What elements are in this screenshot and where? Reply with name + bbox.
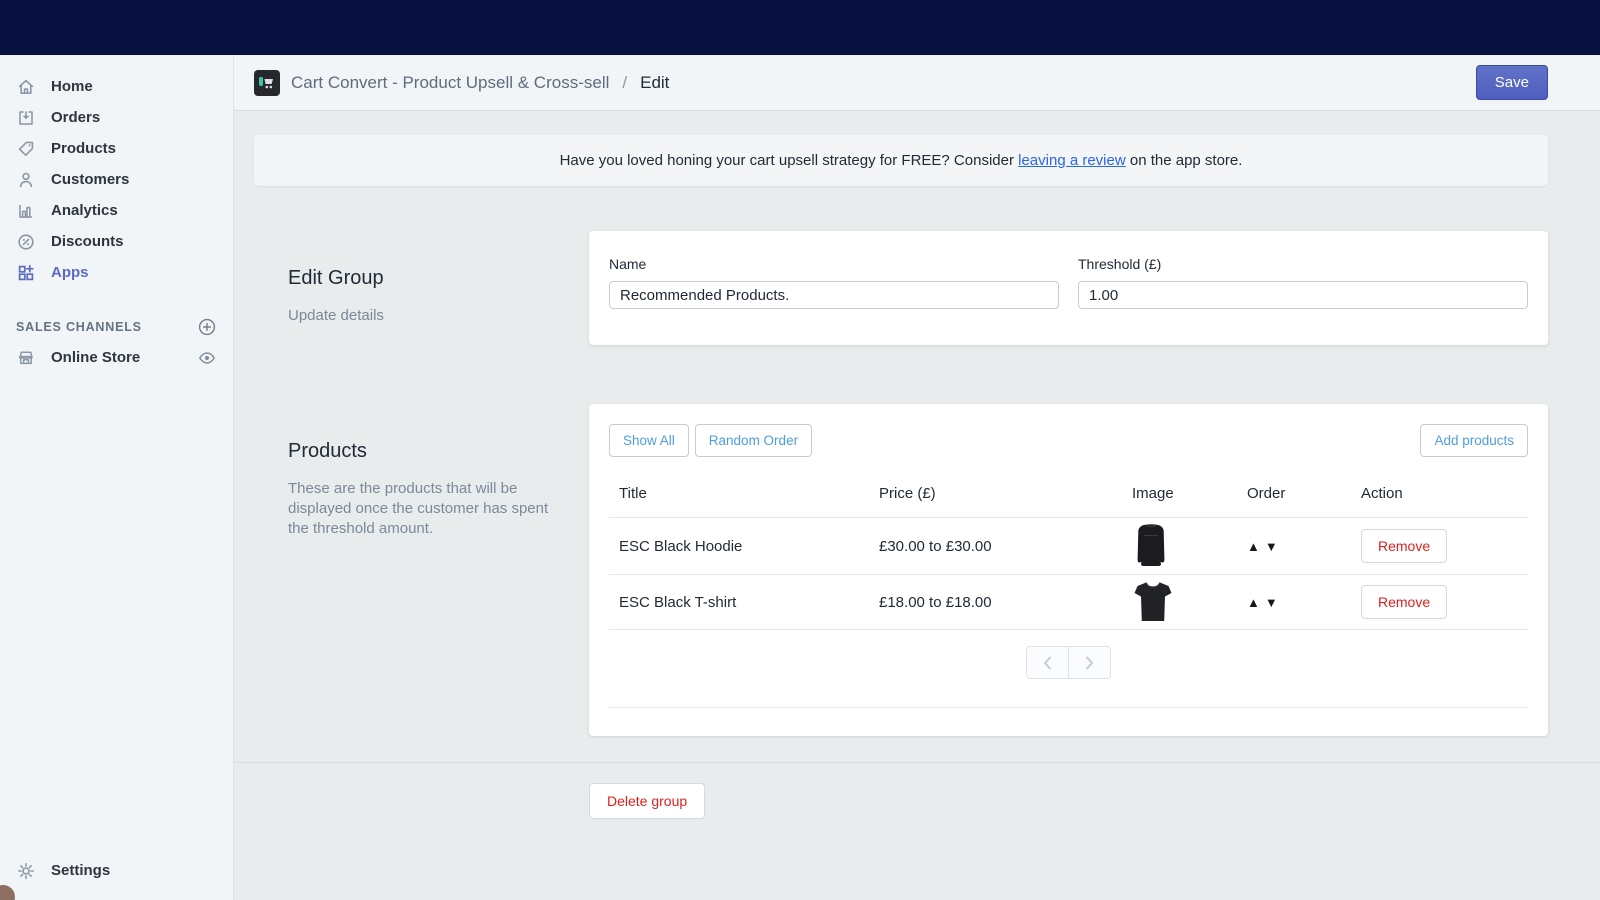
tag-icon [16, 139, 36, 159]
table-row: ESC Black T-shirt £18.00 to £18.00 ▲ ▼ [609, 575, 1528, 630]
previous-page-button[interactable] [1026, 646, 1069, 679]
sidebar-item-settings[interactable]: Settings [0, 855, 233, 886]
page-header: Cart Convert - Product Upsell & Cross-se… [234, 55, 1600, 111]
apps-icon [16, 263, 36, 283]
edit-group-section: Edit Group Update details Name Threshold… [254, 231, 1548, 345]
table-row: ESC Black Hoodie £30.00 to £30.00 ▲ ▼ [609, 518, 1528, 575]
customer-icon [16, 170, 36, 190]
threshold-input[interactable] [1078, 281, 1528, 309]
breadcrumb-current-page: Edit [640, 73, 669, 93]
products-title: Products [288, 440, 555, 463]
add-channel-icon[interactable] [197, 317, 217, 337]
review-banner: Have you loved honing your cart upsell s… [254, 135, 1548, 186]
next-page-button[interactable] [1068, 646, 1111, 679]
move-up-button[interactable]: ▲ [1247, 539, 1260, 554]
discount-icon [16, 232, 36, 252]
sidebar-item-orders[interactable]: Orders [0, 102, 233, 133]
black-hoodie-image [1132, 523, 1227, 569]
home-icon [16, 77, 36, 97]
banner-text-before: Have you loved honing your cart upsell s… [560, 152, 1019, 169]
sidebar-item-apps[interactable]: Apps [0, 257, 233, 288]
bar-chart-icon [16, 201, 36, 221]
channel-label: Online Store [51, 349, 140, 366]
product-title: ESC Black T-shirt [609, 575, 869, 630]
sidebar-item-label: Orders [51, 109, 100, 126]
remove-button[interactable]: Remove [1361, 585, 1447, 619]
leave-review-link[interactable]: leaving a review [1018, 152, 1126, 169]
sidebar-item-customers[interactable]: Customers [0, 164, 233, 195]
edit-group-card: Name Threshold (£) [589, 231, 1548, 345]
save-button[interactable]: Save [1476, 65, 1548, 100]
move-down-button[interactable]: ▼ [1265, 539, 1278, 554]
pagination [589, 646, 1548, 679]
sidebar-item-label: Discounts [51, 233, 124, 250]
cart-convert-app-icon [254, 70, 280, 96]
products-description: These are the products that will be disp… [288, 479, 555, 539]
delete-group-button[interactable]: Delete group [589, 783, 705, 819]
sidebar-item-label: Customers [51, 171, 129, 188]
page-content: Have you loved honing your cart upsell s… [234, 111, 1600, 900]
breadcrumb-separator: / [622, 73, 627, 93]
view-store-eye-icon[interactable] [197, 348, 217, 368]
breadcrumb: Cart Convert - Product Upsell & Cross-se… [254, 70, 669, 96]
column-header-title: Title [609, 475, 869, 518]
products-section: Products These are the products that wil… [254, 404, 1548, 736]
name-input[interactable] [609, 281, 1059, 309]
orders-icon [16, 108, 36, 128]
sales-channels-heading: SALES CHANNELS [16, 320, 142, 334]
edit-group-title: Edit Group [288, 267, 555, 290]
products-card: Show All Random Order Add products Title… [589, 404, 1548, 736]
product-price: £18.00 to £18.00 [869, 575, 1122, 630]
gear-icon [16, 861, 36, 881]
sidebar-item-label: Products [51, 140, 116, 157]
sidebar-item-online-store[interactable]: Online Store [0, 342, 233, 373]
column-header-image: Image [1122, 475, 1237, 518]
name-field-label: Name [609, 256, 1059, 272]
sidebar-item-label: Home [51, 78, 93, 95]
chevron-left-icon [1043, 656, 1052, 670]
sidebar-item-discounts[interactable]: Discounts [0, 226, 233, 257]
remove-button[interactable]: Remove [1361, 529, 1447, 563]
random-order-button[interactable]: Random Order [695, 424, 812, 457]
storefront-icon [16, 348, 36, 368]
product-price: £30.00 to £30.00 [869, 518, 1122, 575]
sidebar: Home Orders Products Customers [0, 55, 234, 900]
sidebar-item-analytics[interactable]: Analytics [0, 195, 233, 226]
column-header-order: Order [1237, 475, 1351, 518]
black-tshirt-image [1132, 580, 1227, 624]
move-down-button[interactable]: ▼ [1265, 595, 1278, 610]
admin-topbar [0, 0, 1600, 55]
chevron-right-icon [1085, 656, 1094, 670]
sidebar-item-label: Settings [51, 862, 110, 879]
product-title: ESC Black Hoodie [609, 518, 869, 575]
sidebar-item-home[interactable]: Home [0, 71, 233, 102]
move-up-button[interactable]: ▲ [1247, 595, 1260, 610]
column-header-price: Price (£) [869, 475, 1122, 518]
sidebar-item-label: Apps [51, 264, 89, 281]
products-table: Title Price (£) Image Order Action ESC B… [609, 475, 1528, 630]
show-all-button[interactable]: Show All [609, 424, 689, 457]
add-products-button[interactable]: Add products [1420, 424, 1528, 457]
threshold-field-label: Threshold (£) [1078, 256, 1528, 272]
card-footer [609, 707, 1528, 736]
breadcrumb-app-title[interactable]: Cart Convert - Product Upsell & Cross-se… [291, 73, 609, 93]
sidebar-item-products[interactable]: Products [0, 133, 233, 164]
edit-group-subtitle: Update details [288, 306, 555, 326]
sidebar-item-label: Analytics [51, 202, 118, 219]
banner-text-after: on the app store. [1126, 152, 1243, 169]
column-header-action: Action [1351, 475, 1528, 518]
